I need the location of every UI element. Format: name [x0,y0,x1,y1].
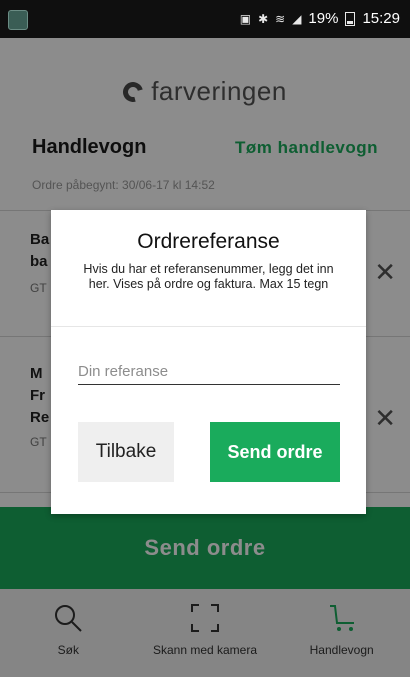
signal-icon: ◢ [292,11,302,26]
status-icons: ▣ ✱ ≋ ◢ 19% 15:29 [240,10,400,27]
nfc-icon: ▣ [239,11,252,26]
wifi-icon: ≋ [275,11,286,26]
bluetooth-icon: ✱ [258,11,269,26]
dialog-message: Hvis du har et referansenummer, legg det… [83,262,334,291]
order-reference-dialog: Ordrereferanse Hvis du har et referansen… [51,210,366,514]
status-bar: ▣ ✱ ≋ ◢ 19% 15:29 [0,0,410,38]
back-button[interactable]: Tilbake [78,422,174,482]
battery-percent: 19% [308,10,339,27]
clock: 15:29 [362,10,400,27]
send-order-dialog-button[interactable]: Send ordre [210,422,340,482]
dialog-divider [51,326,366,327]
app-notification-icon [8,10,28,30]
dialog-title: Ordrereferanse [137,230,280,253]
battery-icon [345,11,356,26]
reference-input[interactable] [78,358,340,385]
